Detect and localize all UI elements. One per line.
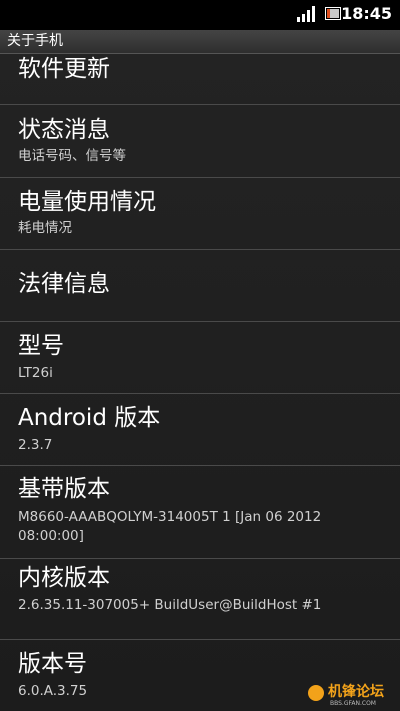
list-item-value: 2.3.7 [18, 437, 53, 453]
list-item-summary: 耗电情况 [18, 220, 72, 236]
list-item-value: M8660-AAABQOLYM-314005T 1 [Jan 06 2012 0… [18, 509, 322, 544]
list-item-model: 型号 LT26i [0, 322, 400, 393]
status-bar: 18:45 [0, 0, 400, 30]
list-item-label: 基带版本 [18, 476, 110, 502]
list-item-label: 法律信息 [18, 271, 110, 297]
title-bar: 关于手机 [0, 30, 400, 54]
battery-icon [325, 7, 341, 20]
list-item-value: LT26i [18, 365, 53, 381]
list-item-status[interactable]: 状态消息 电话号码、信号等 [0, 105, 400, 177]
list-item-label: Android 版本 [18, 405, 161, 431]
watermark-logo-icon [308, 685, 324, 701]
list-item-kernel-version: 内核版本 2.6.35.11-307005+ BuildUser@BuildHo… [0, 559, 400, 639]
list-item-summary: 电话号码、信号等 [18, 148, 126, 164]
list-item-legal-info[interactable]: 法律信息 [0, 250, 400, 321]
watermark-text: 机锋论坛 [328, 684, 384, 700]
list-item-label: 版本号 [18, 651, 87, 677]
list-item-battery-usage[interactable]: 电量使用情况 耗电情况 [0, 178, 400, 249]
signal-icon [297, 6, 315, 22]
list-item-baseband-version: 基带版本 M8660-AAABQOLYM-314005T 1 [Jan 06 2… [0, 466, 400, 558]
page-title: 关于手机 [7, 33, 63, 49]
list-item-label: 电量使用情况 [18, 189, 156, 215]
status-clock: 18:45 [341, 4, 392, 23]
list-item-software-update[interactable]: 软件更新 [0, 54, 400, 104]
list-item-android-version: Android 版本 2.3.7 [0, 394, 400, 465]
watermark: 机锋论坛 BBS.GFAN.COM [308, 684, 394, 708]
settings-list: 软件更新 状态消息 电话号码、信号等 电量使用情况 耗电情况 法律信息 型号 L… [0, 54, 400, 711]
list-item-label: 状态消息 [18, 117, 110, 143]
list-item-value: 2.6.35.11-307005+ BuildUser@BuildHost #1 [18, 597, 322, 613]
list-item-label: 软件更新 [18, 56, 110, 82]
watermark-subtext: BBS.GFAN.COM [330, 700, 376, 707]
list-item-label: 内核版本 [18, 565, 110, 591]
list-item-label: 型号 [18, 333, 64, 359]
